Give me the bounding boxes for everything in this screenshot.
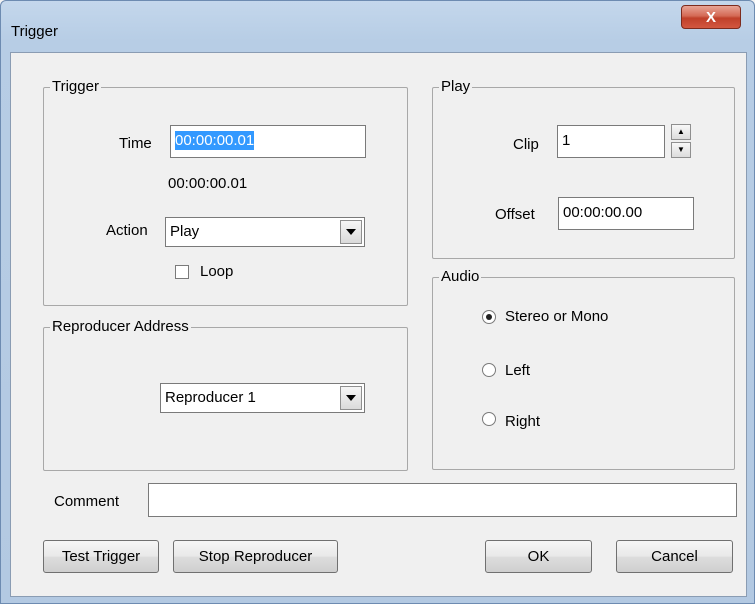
audio-group: Audio Stereo or Mono Left Right: [432, 268, 735, 470]
time-label: Time: [119, 135, 152, 152]
ok-button[interactable]: OK: [485, 540, 592, 573]
window-title: Trigger: [11, 23, 58, 40]
left-radio[interactable]: [482, 363, 496, 377]
offset-input-value: 00:00:00.00: [563, 204, 643, 221]
clip-label: Clip: [513, 136, 539, 153]
close-icon: X: [705, 8, 716, 26]
time-input[interactable]: 00:00:00.01: [170, 125, 366, 158]
trigger-group-label: Trigger: [50, 78, 101, 96]
comment-label: Comment: [54, 493, 120, 510]
stop-reproducer-label: Stop Reproducer: [198, 548, 313, 565]
dialog-window: Trigger X Trigger Time 00:00:00.01 00:00…: [0, 0, 755, 604]
chevron-down-icon[interactable]: [340, 220, 362, 244]
clip-input[interactable]: 1: [557, 125, 665, 158]
right-label[interactable]: Right: [505, 413, 540, 431]
stereo-radio[interactable]: [482, 310, 496, 324]
clip-spinner[interactable]: ▲ ▼: [671, 124, 691, 158]
play-group-label: Play: [439, 78, 473, 96]
action-select[interactable]: Play: [165, 217, 365, 247]
offset-input[interactable]: 00:00:00.00: [558, 197, 694, 230]
audio-group-label: Audio: [439, 268, 482, 286]
time-input-value: 00:00:00.01: [175, 131, 255, 150]
clip-input-value: 1: [562, 132, 571, 149]
cancel-label: Cancel: [651, 548, 698, 565]
loop-checkbox[interactable]: [175, 265, 189, 279]
stereo-label[interactable]: Stereo or Mono: [505, 308, 608, 326]
reproducer-select[interactable]: Reproducer 1: [160, 383, 365, 413]
right-radio[interactable]: [482, 412, 496, 426]
action-select-value: Play: [170, 223, 200, 240]
title-bar[interactable]: Trigger X: [1, 1, 754, 59]
close-button[interactable]: X: [681, 5, 741, 29]
cancel-button[interactable]: Cancel: [616, 540, 733, 573]
spin-up-icon[interactable]: ▲: [671, 124, 691, 140]
spin-down-icon[interactable]: ▼: [671, 142, 691, 158]
test-trigger-button[interactable]: Test Trigger: [43, 540, 159, 573]
comment-input[interactable]: [148, 483, 737, 517]
stop-reproducer-button[interactable]: Stop Reproducer: [173, 540, 338, 573]
reproducer-address-label: Reproducer Address: [50, 318, 191, 336]
reproducer-address-group: Reproducer Address Reproducer 1: [43, 318, 408, 471]
action-label: Action: [106, 222, 148, 239]
chevron-down-icon[interactable]: [340, 386, 362, 410]
reproducer-select-value: Reproducer 1: [165, 389, 256, 406]
loop-label[interactable]: Loop: [200, 263, 233, 281]
play-group: Play Clip 1 ▲ ▼ Offset 00:00:00.00: [432, 78, 735, 259]
dialog-client-area: Trigger Time 00:00:00.01 00:00:00.01 Act…: [10, 52, 747, 597]
test-trigger-label: Test Trigger: [61, 548, 141, 565]
ok-label: OK: [527, 548, 550, 565]
left-label[interactable]: Left: [505, 362, 530, 380]
offset-label: Offset: [495, 206, 535, 223]
time-display: 00:00:00.01: [168, 175, 248, 192]
trigger-group: Trigger Time 00:00:00.01 00:00:00.01 Act…: [43, 78, 408, 306]
